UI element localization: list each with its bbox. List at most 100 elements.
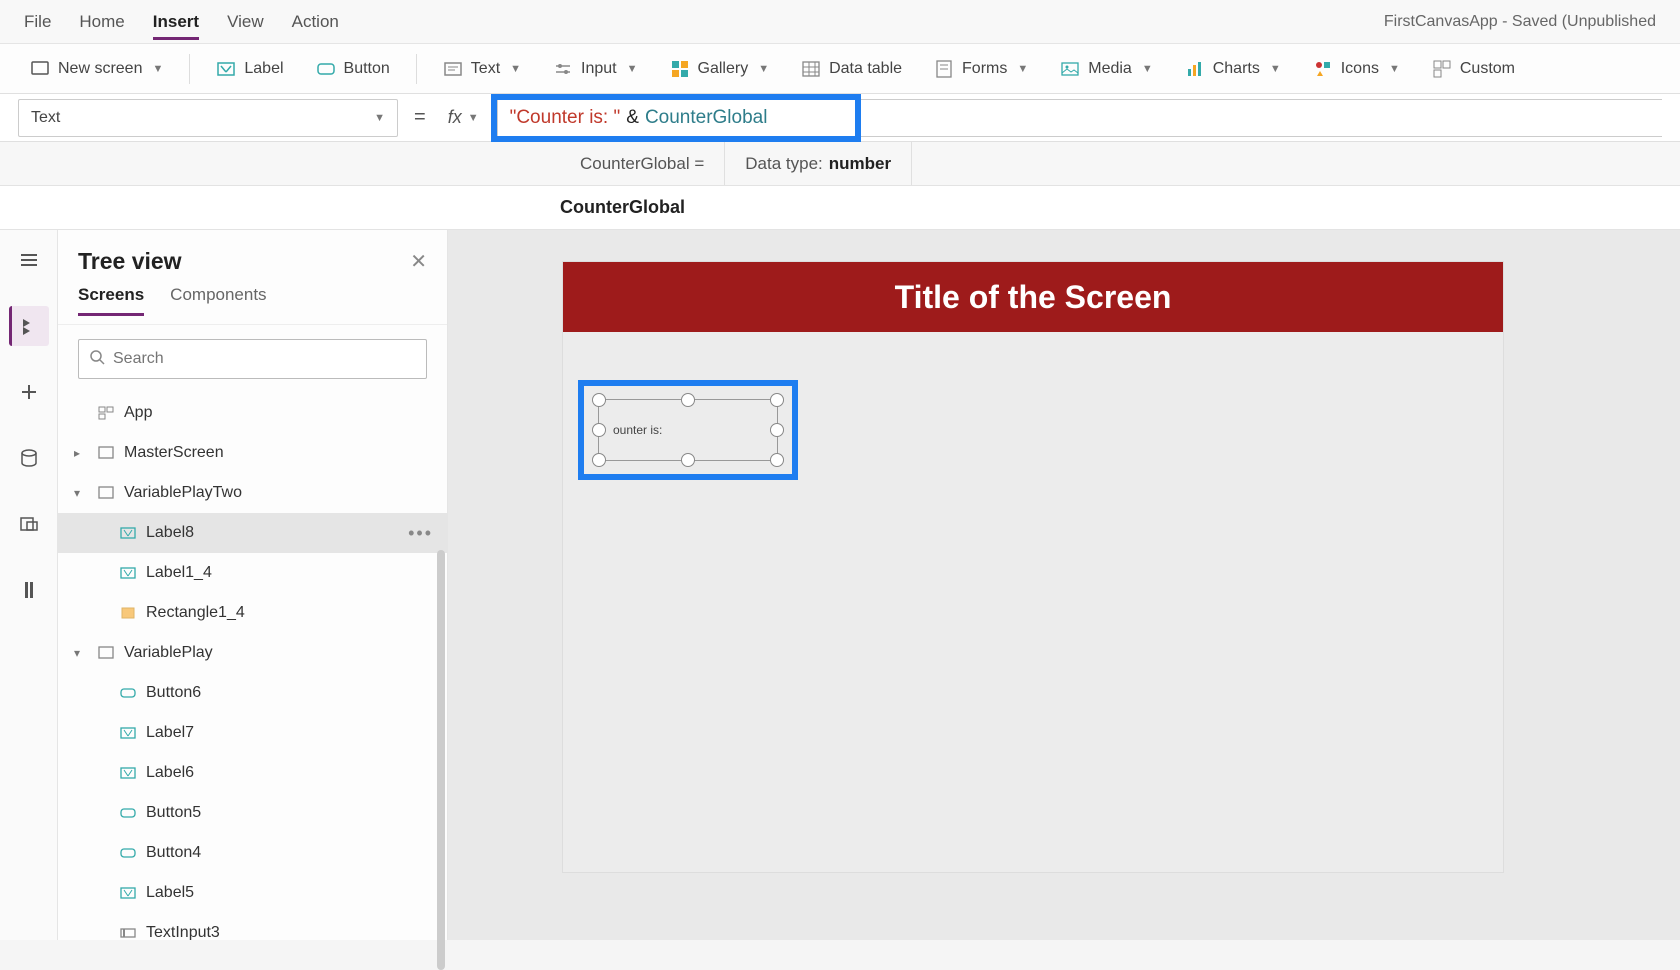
autocomplete-suggestion[interactable]: CounterGlobal xyxy=(0,186,1680,230)
tree-item-master[interactable]: ▸MasterScreen xyxy=(58,433,447,473)
custom-button[interactable]: Custom xyxy=(1420,53,1527,85)
media-button[interactable]: Media ▼ xyxy=(1048,53,1164,85)
fx-label: fx xyxy=(448,107,462,128)
tree-item-label8[interactable]: Label8••• xyxy=(58,513,447,553)
formula-token-variable: CounterGlobal xyxy=(645,107,768,129)
tree-item-ti3[interactable]: TextInput3 xyxy=(58,913,447,940)
tree-item-label1_4[interactable]: Label1_4 xyxy=(58,553,447,593)
tab-components[interactable]: Components xyxy=(170,285,266,316)
rail-data[interactable] xyxy=(9,438,49,478)
tab-screens[interactable]: Screens xyxy=(78,285,144,316)
more-icon[interactable]: ••• xyxy=(408,523,433,544)
resize-handle[interactable] xyxy=(770,453,784,467)
canvas-area[interactable]: Title of the Screen ounter is: xyxy=(448,230,1680,940)
tree-item-label: Label1_4 xyxy=(146,564,212,582)
text-button[interactable]: Text ▼ xyxy=(431,53,533,85)
button-icon xyxy=(118,803,138,823)
label-btn-label: Label xyxy=(244,60,283,78)
main-area: Tree view ✕ Screens Components App▸Maste… xyxy=(0,230,1680,940)
formula-token-operator: & xyxy=(620,107,645,129)
tree-item-btn4[interactable]: Button4 xyxy=(58,833,447,873)
resize-handle[interactable] xyxy=(592,453,606,467)
tree-item-label: Rectangle1_4 xyxy=(146,604,245,622)
gallery-button[interactable]: Gallery ▼ xyxy=(658,53,782,85)
rail-tree-view[interactable] xyxy=(9,306,49,346)
info-var-label: CounterGlobal = xyxy=(580,154,704,174)
icons-button[interactable]: Icons ▼ xyxy=(1301,53,1412,85)
charts-button[interactable]: Charts ▼ xyxy=(1173,53,1293,85)
separator xyxy=(189,54,190,84)
label-icon xyxy=(118,763,138,783)
data-table-btn-label: Data table xyxy=(829,60,902,78)
button-button[interactable]: Button xyxy=(304,53,402,85)
search-input[interactable] xyxy=(113,350,416,368)
resize-handle[interactable] xyxy=(592,423,606,437)
input-button[interactable]: Input ▼ xyxy=(541,53,649,85)
tree-item-btn5[interactable]: Button5 xyxy=(58,793,447,833)
button-icon xyxy=(118,843,138,863)
screen-frame: Title of the Screen ounter is: xyxy=(563,262,1503,872)
tree-item-label6[interactable]: Label6 xyxy=(58,753,447,793)
menu-action[interactable]: Action xyxy=(292,4,339,40)
tree-item-rect1_4[interactable]: Rectangle1_4 xyxy=(58,593,447,633)
resize-handle[interactable] xyxy=(770,423,784,437)
label8-text: ounter is: xyxy=(613,423,662,437)
forms-button[interactable]: Forms ▼ xyxy=(922,53,1040,85)
input-btn-label: Input xyxy=(581,60,617,78)
menu-insert[interactable]: Insert xyxy=(153,4,199,40)
tree-search[interactable] xyxy=(78,339,427,379)
resize-handle[interactable] xyxy=(592,393,606,407)
resize-handle[interactable] xyxy=(681,453,695,467)
chevron-down-icon: ▼ xyxy=(1142,63,1153,75)
search-icon xyxy=(89,349,105,370)
charts-btn-label: Charts xyxy=(1213,60,1260,78)
fx-button[interactable]: fx ▼ xyxy=(442,107,485,128)
tree-item-label: TextInput3 xyxy=(146,924,220,940)
chevron-down-icon: ▼ xyxy=(468,112,479,124)
close-icon[interactable]: ✕ xyxy=(410,249,427,274)
gallery-btn-label: Gallery xyxy=(698,60,749,78)
chevron-down-icon: ▼ xyxy=(758,63,769,75)
resize-handle[interactable] xyxy=(770,393,784,407)
rail-media[interactable] xyxy=(9,504,49,544)
textinput-icon xyxy=(118,923,138,940)
tree-item-label5[interactable]: Label5 xyxy=(58,873,447,913)
rail-hamburger[interactable] xyxy=(9,240,49,280)
menu-home[interactable]: Home xyxy=(79,4,124,40)
tree-item-label: App xyxy=(124,404,152,422)
left-rail xyxy=(0,230,58,940)
label8-control[interactable]: ounter is: xyxy=(598,399,778,461)
data-table-button[interactable]: Data table xyxy=(789,53,914,85)
tree-item-vp2[interactable]: ▾ VariablePlayTwo xyxy=(58,473,447,513)
tree-item-btn6[interactable]: Button6 xyxy=(58,673,447,713)
scrollbar[interactable] xyxy=(437,550,445,970)
tree-item-vp[interactable]: ▾VariablePlay xyxy=(58,633,447,673)
tree-item-label: Button4 xyxy=(146,844,201,862)
menu-view[interactable]: View xyxy=(227,4,264,40)
collapse-icon[interactable]: ▾ xyxy=(74,646,88,660)
charts-icon xyxy=(1185,59,1205,79)
forms-icon xyxy=(934,59,954,79)
icons-btn-label: Icons xyxy=(1341,60,1379,78)
selected-control-highlight: ounter is: xyxy=(578,380,798,480)
label-button[interactable]: Label xyxy=(204,53,295,85)
menu-file[interactable]: File xyxy=(24,4,51,40)
resize-handle[interactable] xyxy=(681,393,695,407)
tree-item-label7[interactable]: Label7 xyxy=(58,713,447,753)
chevron-down-icon: ▼ xyxy=(1389,63,1400,75)
tree-list: App ▸MasterScreen ▾ VariablePlayTwo Label8••… xyxy=(58,393,447,940)
expand-icon[interactable]: ▸ xyxy=(74,446,88,460)
collapse-icon[interactable]: ▾ xyxy=(74,486,88,500)
property-dropdown[interactable]: Text ▼ xyxy=(18,99,398,137)
text-btn-label: Text xyxy=(471,60,500,78)
tree-item-app[interactable]: App xyxy=(58,393,447,433)
rail-advanced[interactable] xyxy=(9,570,49,610)
tree-item-label: Label7 xyxy=(146,724,194,742)
rail-insert[interactable] xyxy=(9,372,49,412)
table-icon xyxy=(801,59,821,79)
formula-input[interactable]: "Counter is: " & CounterGlobal xyxy=(497,99,1662,137)
screen-icon xyxy=(30,59,50,79)
custom-icon xyxy=(1432,59,1452,79)
new-screen-button[interactable]: New screen ▼ xyxy=(18,53,175,85)
tree-item-label: VariablePlayTwo xyxy=(124,484,242,502)
